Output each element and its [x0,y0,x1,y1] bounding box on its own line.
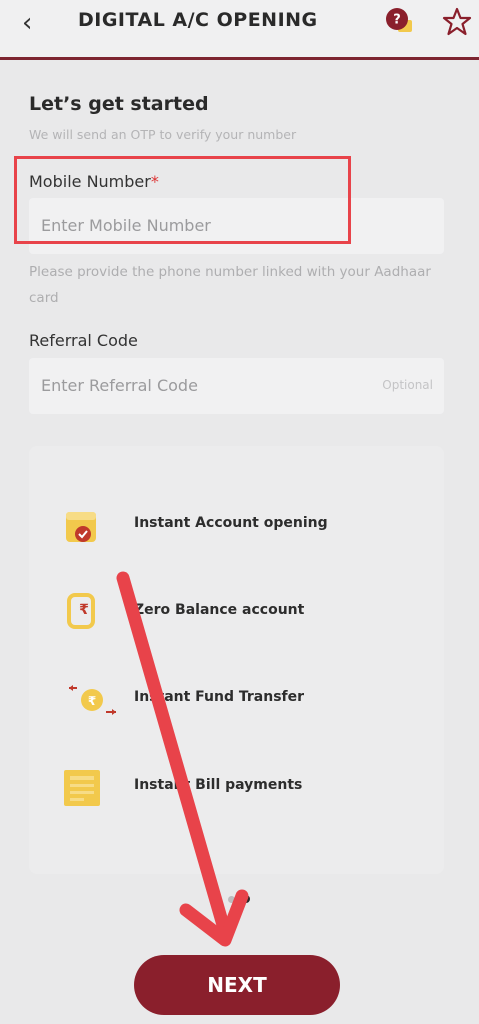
back-chevron-icon[interactable]: ‹ [22,8,32,38]
feature-item-label: Zero Balance account [134,602,305,618]
annotation-highlight-box [14,156,351,244]
bill-icon [64,770,100,806]
feature-item-label: Instant Fund Transfer [134,689,305,705]
referral-code-label: Referral Code [29,331,138,350]
fund-transfer-icon: ₹ [69,685,116,715]
pager-dot-active[interactable] [242,895,250,903]
page-title: DIGITAL A/C OPENING [78,9,318,31]
svg-text:?: ? [393,13,401,28]
otp-info-text: We will send an OTP to verify your numbe… [29,127,297,142]
account-badge-icon [66,512,96,542]
mobile-number-hint: Please provide the phone number linked w… [29,264,431,306]
feature-item-label: Instant Account opening [134,515,328,531]
svg-text:₹: ₹ [88,694,96,708]
referral-code-placeholder: Enter Referral Code [41,376,198,395]
feature-item-label: Instant Bill payments [134,777,303,793]
rupee-wallet-icon: ₹ [67,593,95,629]
help-icon[interactable]: ? [386,8,412,34]
header-divider [0,57,479,60]
star-icon[interactable] [442,7,472,37]
section-heading: Let’s get started [29,93,209,115]
app-header: ‹ DIGITAL A/C OPENING ? [0,0,479,60]
optional-tag: Optional [382,378,433,392]
svg-text:₹: ₹ [79,602,89,618]
pager-dot[interactable] [228,896,235,903]
next-button[interactable]: NEXT [134,955,340,1015]
